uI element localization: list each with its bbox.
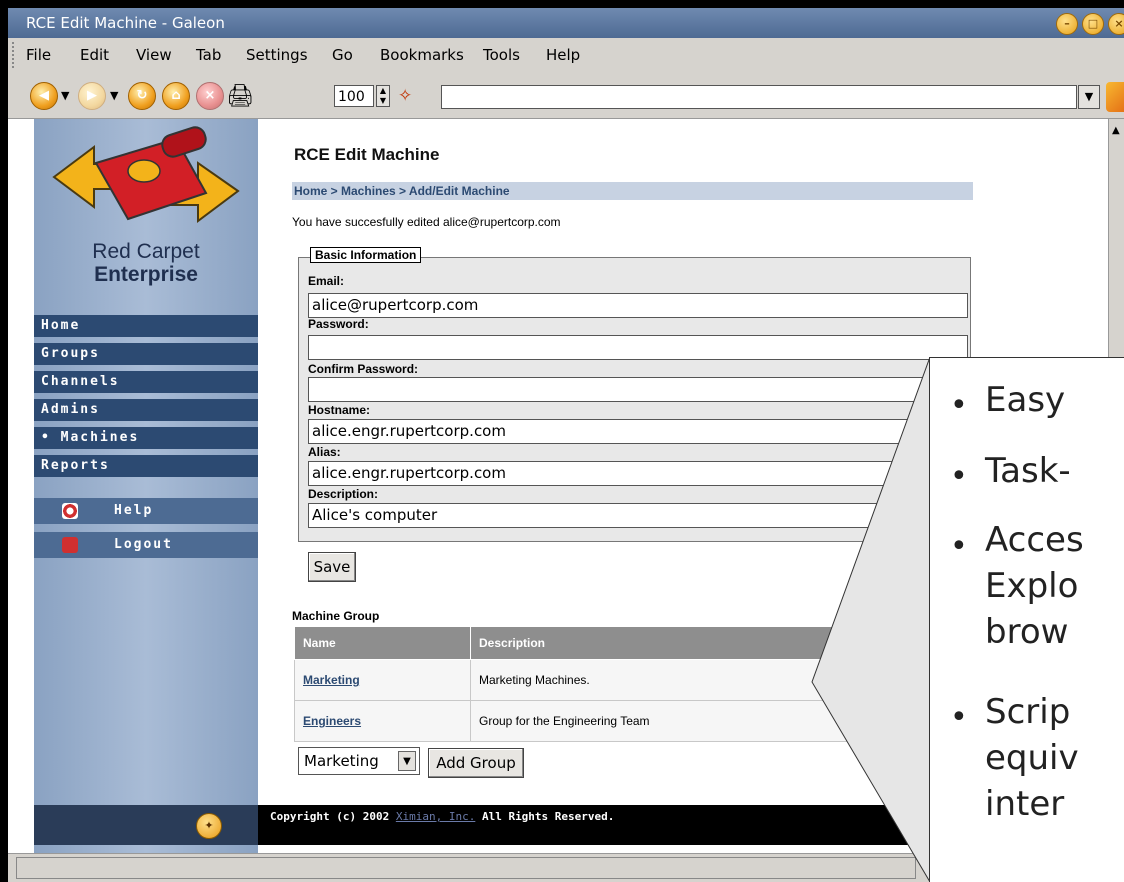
email-label: Email: [308, 274, 345, 288]
callout-bullet: • [950, 459, 968, 494]
column-header-name: Name [294, 626, 471, 660]
sidebar-item-reports[interactable]: Reports [34, 455, 258, 477]
group-link-marketing[interactable]: Marketing [303, 673, 360, 687]
close-button[interactable]: × [1108, 13, 1124, 35]
hostname-label: Hostname: [308, 403, 371, 417]
menu-file[interactable]: File [26, 46, 51, 64]
callout-line-7: equiv [985, 738, 1079, 778]
window-title: RCE Edit Machine - Galeon [26, 14, 225, 32]
home-icon[interactable]: ⌂ [162, 82, 190, 110]
stop-icon[interactable]: × [196, 82, 224, 110]
logo-text-enterprise: Enterprise [94, 263, 198, 286]
zoom-spinner[interactable]: ▲ ▼ [376, 85, 390, 107]
sidebar: Red Carpet Enterprise Home Groups Channe… [34, 119, 258, 853]
title-bar: RCE Edit Machine - Galeon – □ × [8, 8, 1124, 38]
description-label: Description: [308, 487, 379, 501]
breadcrumb[interactable]: Home > Machines > Add/Edit Machine [292, 182, 973, 200]
scroll-up-icon[interactable]: ▲ [1112, 125, 1120, 136]
sidebar-item-admins[interactable]: Admins [34, 399, 258, 421]
menu-view[interactable]: View [136, 46, 172, 64]
zoom-input[interactable]: 100 [334, 85, 374, 107]
sidebar-item-channels[interactable]: Channels [34, 371, 258, 393]
logout-label: Logout [114, 537, 173, 552]
machine-group-title: Machine Group [292, 609, 380, 623]
group-link-engineers[interactable]: Engineers [303, 714, 361, 728]
maximize-button[interactable]: □ [1082, 13, 1104, 35]
url-input[interactable] [441, 85, 1077, 109]
sidebar-logout-link[interactable]: Logout [34, 532, 258, 558]
print-icon[interactable]: 🖨 [226, 84, 254, 109]
sidebar-footer [34, 805, 258, 845]
page-title: RCE Edit Machine [294, 145, 440, 164]
forward-icon[interactable]: ▶ [78, 82, 106, 110]
callout-pointer [811, 357, 930, 882]
red-carpet-logo-icon [52, 126, 240, 223]
password-label: Password: [308, 317, 369, 331]
add-group-button[interactable]: Add Group [428, 748, 524, 778]
callout-bullet: • [950, 700, 968, 735]
menu-help[interactable]: Help [546, 46, 580, 64]
back-history-chevron-icon[interactable]: ▼ [61, 89, 69, 102]
help-label: Help [114, 503, 154, 518]
callout-line-8: inter [985, 784, 1065, 824]
callout-line-4: Explo [985, 566, 1079, 606]
logo-text-red-carpet: Red Carpet [92, 240, 200, 263]
ximian-link[interactable]: Ximian, Inc. [396, 810, 475, 823]
callout-bullet: • [950, 388, 968, 423]
chevron-down-icon: ▼ [398, 751, 416, 771]
throbber-icon [1106, 82, 1124, 112]
menu-go[interactable]: Go [332, 46, 353, 64]
back-icon[interactable]: ◀ [30, 82, 58, 110]
minimize-button[interactable]: – [1056, 13, 1078, 35]
callout-line-5: brow [985, 612, 1069, 652]
sidebar-item-home[interactable]: Home [34, 315, 258, 337]
status-text-area [16, 857, 916, 879]
save-button[interactable]: Save [308, 552, 356, 582]
confirm-password-label: Confirm Password: [308, 362, 419, 376]
email-field[interactable]: alice@rupertcorp.com [308, 293, 968, 318]
menu-edit[interactable]: Edit [80, 46, 109, 64]
sidebar-item-groups[interactable]: Groups [34, 343, 258, 365]
sidebar-help-link[interactable]: Help [34, 498, 258, 524]
forward-history-chevron-icon[interactable]: ▼ [110, 89, 118, 102]
logout-icon [62, 537, 78, 553]
menu-bar: File Edit View Tab Settings Go Bookmarks… [8, 38, 1124, 73]
menu-tools[interactable]: Tools [483, 46, 520, 64]
group-name-cell: Engineers [294, 700, 471, 742]
navigation-toolbar: ◀ ▼ ▶ ▼ ↻ ⌂ × 🖨 100 ▲ ▼ ✧ ▼ [8, 72, 1124, 119]
callout-line-6: Scrip [985, 692, 1071, 732]
url-history-dropdown[interactable]: ▼ [1078, 85, 1100, 109]
ximian-logo-icon: ✦ [196, 813, 222, 839]
callout-line-1: Easy [985, 380, 1066, 420]
group-select[interactable]: Marketing ▼ [298, 747, 420, 775]
callout-bullet: • [950, 529, 968, 564]
group-select-value: Marketing [304, 752, 379, 770]
menu-bookmarks[interactable]: Bookmarks [380, 46, 464, 64]
menubar-grip-icon[interactable] [12, 42, 18, 68]
callout-line-2: Task- [985, 451, 1071, 491]
copyright-prefix: Copyright (c) 2002 [270, 810, 396, 823]
basic-info-legend: Basic Information [310, 247, 422, 263]
menu-settings[interactable]: Settings [246, 46, 308, 64]
group-name-cell: Marketing [294, 659, 471, 701]
bookmark-icon[interactable]: ✧ [398, 86, 412, 106]
callout-line-3: Acces [985, 520, 1084, 560]
copyright-suffix: All Rights Reserved. [475, 810, 615, 823]
reload-icon[interactable]: ↻ [128, 82, 156, 110]
status-message: You have succesfully edited alice@rupert… [292, 215, 561, 229]
lifebuoy-icon [62, 503, 78, 519]
alias-label: Alias: [308, 445, 341, 459]
sidebar-item-machines[interactable]: • Machines [34, 427, 258, 449]
menu-tab[interactable]: Tab [196, 46, 221, 64]
